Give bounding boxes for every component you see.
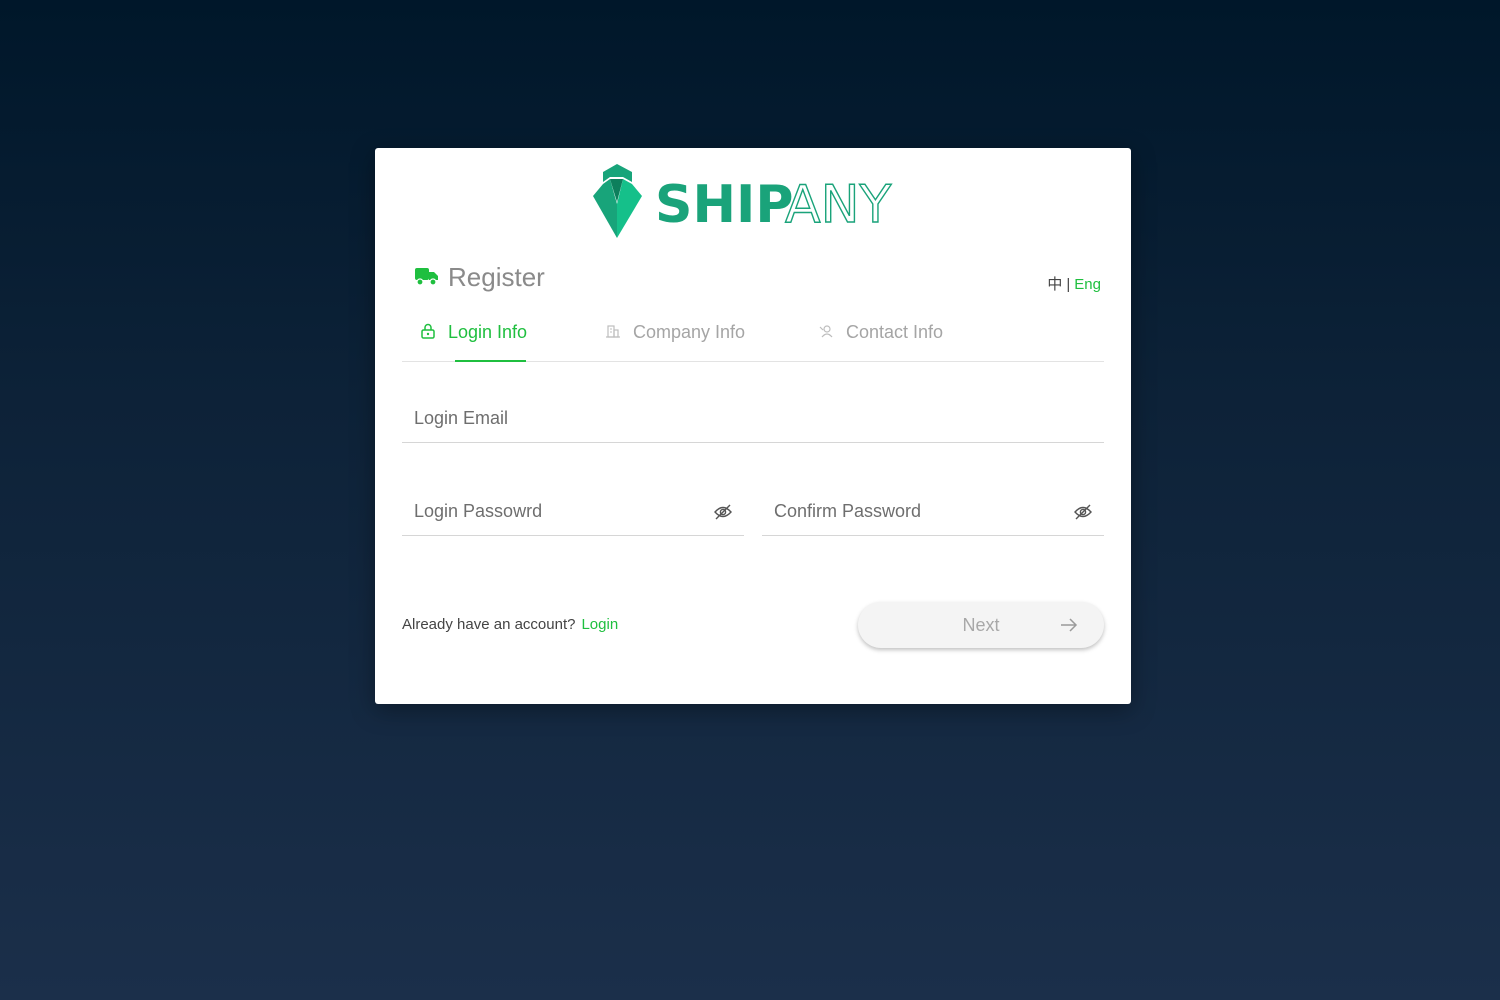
- truck-icon: [415, 268, 438, 286]
- lang-separator: |: [1066, 276, 1071, 293]
- register-steps-tabs: Login Info Company Info Contact Info: [402, 308, 1104, 362]
- brand-name-any: ANY: [785, 175, 891, 235]
- language-switcher: 中 | Eng: [1047, 273, 1101, 294]
- eye-slash-icon[interactable]: [1074, 504, 1092, 520]
- lang-option-en[interactable]: Eng: [1074, 276, 1101, 293]
- tab-contact-info[interactable]: Contact Info: [818, 322, 943, 343]
- tab-login-info[interactable]: Login Info: [420, 322, 527, 343]
- login-email-input[interactable]: [414, 398, 1094, 438]
- tab-company-info[interactable]: Company Info: [605, 322, 745, 343]
- shipany-logo: SHIP ANY: [593, 164, 892, 238]
- confirm-password-field: [762, 491, 1104, 536]
- confirm-password-input[interactable]: [774, 491, 1064, 531]
- lock-icon: [421, 323, 435, 339]
- register-card: SHIP ANY Register 中 | Eng Login Info Com…: [375, 148, 1131, 704]
- active-tab-indicator: [455, 360, 526, 362]
- page-title: Register: [448, 262, 545, 292]
- lang-option-zh[interactable]: 中: [1047, 276, 1062, 293]
- login-password-input[interactable]: [414, 491, 704, 531]
- arrow-right-icon: [1061, 618, 1078, 632]
- ship-icon: [593, 164, 642, 238]
- register-header: Register 中 | Eng: [415, 260, 1105, 300]
- login-password-field: [402, 491, 744, 536]
- tab-login-info-label: Login Info: [448, 322, 528, 342]
- eye-slash-icon[interactable]: [714, 504, 732, 520]
- login-email-field: [402, 398, 1104, 443]
- building-icon: [606, 325, 620, 338]
- contact-person-icon: [819, 325, 833, 338]
- tab-company-info-label: Company Info: [633, 322, 746, 342]
- login-prompt-text: Already have an account?: [402, 616, 576, 633]
- login-prompt: Already have an account? Login: [402, 616, 618, 633]
- tab-contact-info-label: Contact Info: [846, 322, 944, 342]
- brand-name-ship: SHIP: [655, 175, 793, 235]
- login-link[interactable]: Login: [581, 616, 618, 633]
- next-button[interactable]: Next: [858, 602, 1104, 648]
